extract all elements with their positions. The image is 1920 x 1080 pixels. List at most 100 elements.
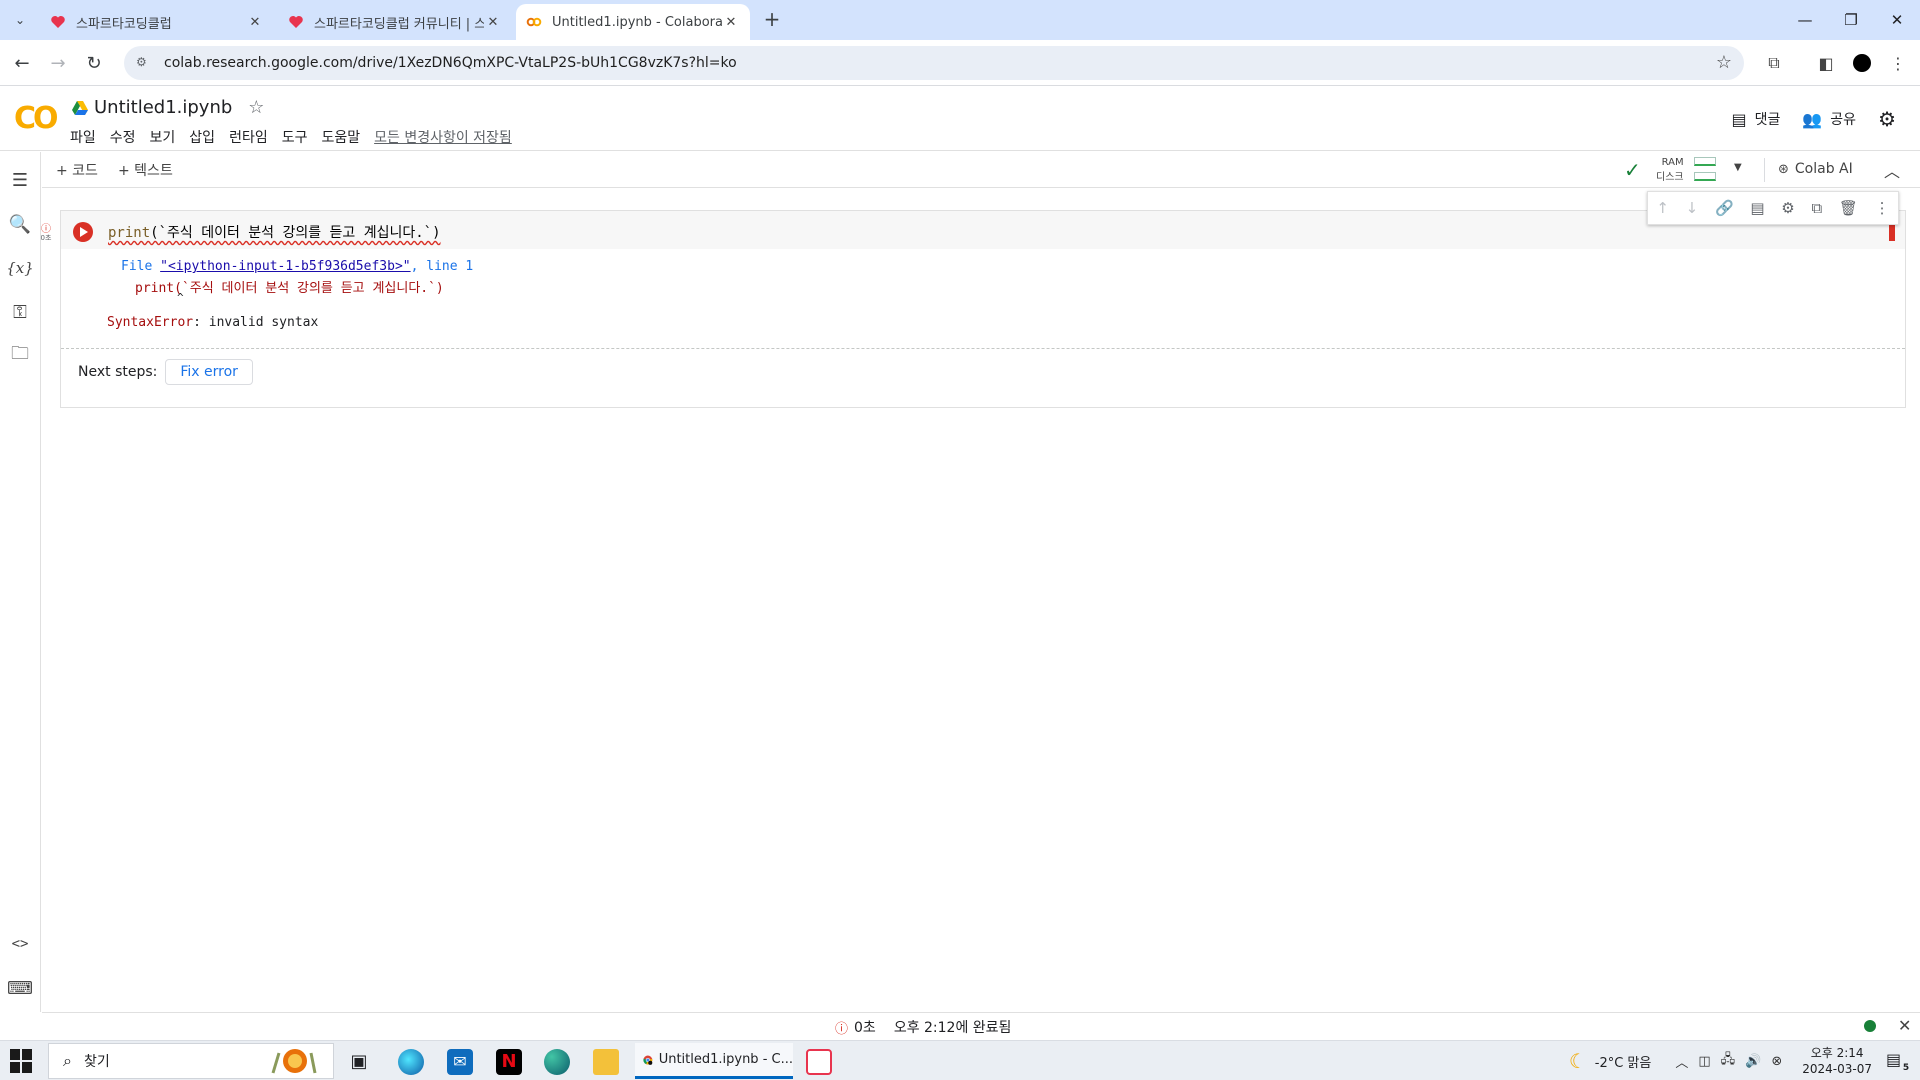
task-view-icon[interactable]: ▣ xyxy=(346,1049,372,1075)
run-cell-button[interactable] xyxy=(73,222,93,242)
notebook-title-row: Untitled1.ipynb ☆ xyxy=(72,97,264,118)
minimize-icon[interactable]: — xyxy=(1782,0,1828,40)
chrome-icon xyxy=(643,1055,653,1065)
menu-runtime[interactable]: 런타임 xyxy=(229,127,268,147)
share-button[interactable]: 👥 공유 xyxy=(1802,109,1856,129)
error-message: : invalid syntax xyxy=(193,315,319,330)
menu-view[interactable]: 보기 xyxy=(150,127,176,147)
battery-icon[interactable]: ⊗ xyxy=(1771,1054,1782,1069)
menu-tools[interactable]: 도구 xyxy=(282,127,308,147)
close-window-icon[interactable]: ✕ xyxy=(1874,0,1920,40)
close-status-icon[interactable]: ✕ xyxy=(1898,1016,1911,1035)
browser-tab-sparta-community[interactable]: 스파르타코딩클럽 커뮤니티 | 스 ✕ xyxy=(278,4,512,40)
secrets-key-icon[interactable]: ⚿ xyxy=(8,300,32,324)
colab-logo[interactable]: CO xyxy=(14,101,58,136)
menu-file[interactable]: 파일 xyxy=(70,127,96,147)
command-palette-icon[interactable]: ⌨ xyxy=(7,976,33,1000)
forward-arrow-icon[interactable]: → xyxy=(46,51,70,75)
gear-icon: ⚙ xyxy=(1878,107,1896,131)
extensions-icon[interactable]: ⧉ xyxy=(1762,51,1786,75)
tray-chevron-icon[interactable]: ︿ xyxy=(1675,1052,1688,1071)
menu-edit[interactable]: 수정 xyxy=(110,127,136,147)
bookmark-star-icon[interactable]: ☆ xyxy=(1716,52,1732,73)
tab-close-icon[interactable]: ✕ xyxy=(484,15,502,30)
fix-error-button[interactable]: Fix error xyxy=(165,359,253,385)
code-line[interactable]: print(`주식 데이터 분석 강의를 듣고 계십니다.`) xyxy=(108,222,441,242)
taskbar-clock[interactable]: 오후 2:14 2024-03-07 xyxy=(1802,1045,1872,1077)
add-text-cell-button[interactable]: + 텍스트 xyxy=(118,160,173,180)
ipython-input-link[interactable]: "<ipython-input-1-b5f936d5ef3b>" xyxy=(160,259,410,274)
profile-avatar[interactable] xyxy=(1850,51,1874,75)
window-controls: — ❐ ✕ xyxy=(1782,0,1920,40)
code-arguments: (`주식 데이터 분석 강의를 듣고 계십니다.`) xyxy=(150,225,441,241)
delete-icon[interactable]: 🗑 xyxy=(1839,199,1858,217)
cell-settings-icon[interactable]: ⚙ xyxy=(1781,199,1794,217)
left-sidebar: ☰ 🔍 {x} ⚿ 🗀 <> ⌨ xyxy=(0,152,41,1012)
netflix-app-icon[interactable]: N xyxy=(496,1049,522,1075)
code-cell[interactable]: ⓘ 0초 print(`주식 데이터 분석 강의를 듣고 계십니다.`) ↑ ↓… xyxy=(41,191,1906,408)
saved-status-link[interactable]: 모든 변경사항이 저장됨 xyxy=(374,127,512,147)
search-highlight-icon xyxy=(265,1047,325,1075)
mail-app-icon[interactable]: ✉ xyxy=(447,1049,473,1075)
tab-label: 스파르타코딩클럽 xyxy=(76,16,172,32)
notification-center-icon[interactable]: ▤ 5 xyxy=(1886,1050,1912,1074)
address-bar[interactable]: ⚙ colab.research.google.com/drive/1XezDN… xyxy=(124,46,1744,80)
cell-editor[interactable]: print(`주식 데이터 분석 강의를 듣고 계십니다.`) xyxy=(61,211,1905,249)
site-info-icon[interactable]: ⚙ xyxy=(136,55,152,71)
move-down-icon[interactable]: ↓ xyxy=(1686,199,1699,217)
comment-button[interactable]: ▤ 댓글 xyxy=(1731,109,1780,129)
runtime-dropdown-icon[interactable]: ▼ xyxy=(1734,162,1742,173)
pinned-app-icon[interactable] xyxy=(806,1049,832,1075)
menu-help[interactable]: 도움말 xyxy=(321,127,360,147)
restore-icon[interactable]: ❐ xyxy=(1828,0,1874,40)
notebook-title[interactable]: Untitled1.ipynb xyxy=(94,97,232,118)
edge-browser-icon[interactable] xyxy=(398,1049,424,1075)
people-icon: 👥 xyxy=(1802,109,1823,129)
colab-ai-button[interactable]: ⊛ Colab AI xyxy=(1778,161,1853,177)
windows-taskbar: ⌕ 찾기 ▣ ✉ N Untitled1.ipynb - C... ☾ -2°C xyxy=(0,1040,1920,1080)
taskbar-search[interactable]: ⌕ 찾기 xyxy=(48,1043,334,1079)
browser-tab-colab[interactable]: Untitled1.ipynb - Colaboratory ✕ xyxy=(516,4,750,40)
link-icon[interactable]: 🔗 xyxy=(1715,199,1734,217)
folder-icon[interactable]: 🗀 xyxy=(8,343,32,368)
collapse-header-icon[interactable]: ︿ xyxy=(1884,158,1900,182)
file-explorer-icon[interactable] xyxy=(593,1049,619,1075)
windows-start-icon[interactable] xyxy=(10,1049,34,1073)
new-tab-button[interactable]: + xyxy=(760,8,784,32)
star-notebook-icon[interactable]: ☆ xyxy=(248,97,264,118)
back-arrow-icon[interactable]: ← xyxy=(10,51,34,75)
add-code-cell-button[interactable]: + 코드 xyxy=(56,160,98,180)
variables-icon[interactable]: {x} xyxy=(6,256,34,280)
google-drive-icon[interactable] xyxy=(72,100,88,115)
side-panel-icon[interactable]: ◧ xyxy=(1814,51,1838,75)
tab-close-icon[interactable]: ✕ xyxy=(722,15,740,30)
camera-icon[interactable]: ◫ xyxy=(1698,1054,1710,1069)
browser-menu-icon[interactable]: ⋮ xyxy=(1886,51,1910,75)
network-icon[interactable]: 🖧 xyxy=(1721,1050,1736,1072)
mirror-cell-icon[interactable]: ⧉ xyxy=(1811,199,1822,217)
browser-tab-sparta[interactable]: 스파르타코딩클럽 ✕ xyxy=(40,4,274,40)
search-icon[interactable]: 🔍 xyxy=(8,212,32,236)
execution-summary[interactable]: ⓘ 0초 오후 2:12에 완료됨 xyxy=(835,1017,1011,1037)
ram-disk-labels[interactable]: RAM 디스크 xyxy=(1656,155,1684,185)
chrome-taskbar-item[interactable]: Untitled1.ipynb - C... xyxy=(635,1043,793,1079)
reload-icon[interactable]: ↻ xyxy=(82,51,106,75)
code-function: print xyxy=(108,225,151,241)
app-icon[interactable] xyxy=(544,1049,570,1075)
clock-date: 2024-03-07 xyxy=(1802,1062,1872,1076)
comment-cell-icon[interactable]: ▤ xyxy=(1750,199,1764,217)
tab-search-button[interactable]: ⌄ xyxy=(8,8,32,32)
menu-insert[interactable]: 삽입 xyxy=(189,127,215,147)
share-label: 공유 xyxy=(1830,112,1857,128)
colab-favicon-icon xyxy=(526,17,542,27)
header-actions: ▤ 댓글 👥 공유 ⚙ xyxy=(1709,107,1896,131)
more-options-icon[interactable]: ⋮ xyxy=(1875,199,1890,217)
table-of-contents-icon[interactable]: ☰ xyxy=(8,168,32,192)
weather-widget[interactable]: ☾ -2°C 맑음 xyxy=(1569,1049,1652,1073)
settings-button[interactable]: ⚙ xyxy=(1878,107,1896,131)
code-snippets-icon[interactable]: <> xyxy=(8,932,32,956)
toolbar-divider xyxy=(1764,158,1765,182)
move-up-icon[interactable]: ↑ xyxy=(1656,199,1669,217)
volume-icon[interactable]: 🔊 xyxy=(1745,1054,1761,1069)
tab-close-icon[interactable]: ✕ xyxy=(246,15,264,30)
